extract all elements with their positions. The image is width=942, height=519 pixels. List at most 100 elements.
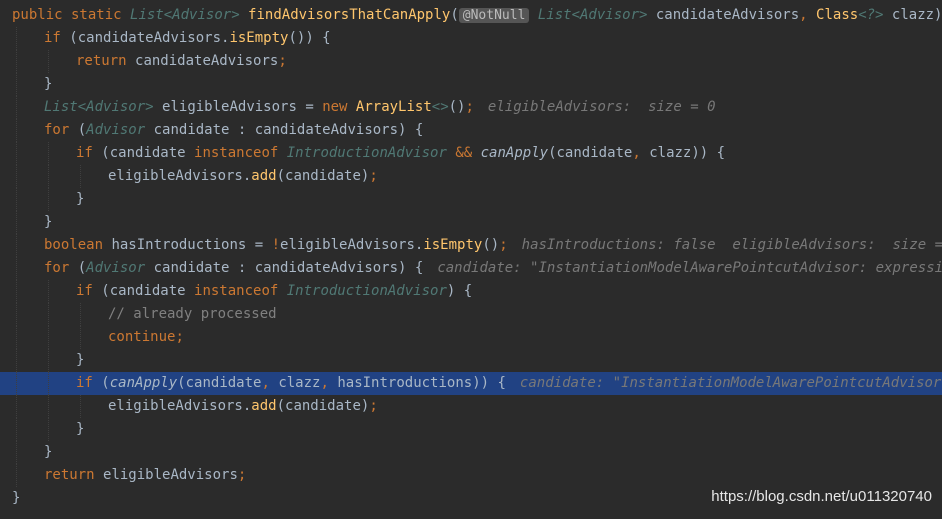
code-line[interactable]: // already processed <box>0 303 942 326</box>
code-token: () <box>448 99 466 115</box>
indent-guide <box>16 119 17 142</box>
code-token: ; <box>369 168 378 184</box>
code-token: , <box>261 375 279 391</box>
code-token: return <box>44 467 104 483</box>
code-line[interactable]: return candidateAdvisors; <box>0 50 942 73</box>
code-text: if (canApply(candidate, clazz, hasIntrod… <box>76 372 942 395</box>
code-text: } <box>44 441 52 464</box>
code-line[interactable]: } <box>0 349 942 372</box>
indent-guide <box>16 326 17 349</box>
code-token: canApply <box>480 145 549 161</box>
code-text: public static List<Advisor> findAdvisors… <box>12 4 942 27</box>
code-token: candidate : candidateAdvisors) { <box>145 122 424 138</box>
code-line[interactable]: eligibleAdvisors.add(candidate); <box>0 165 942 188</box>
code-token: , <box>799 7 817 23</box>
code-token: eligibleAdvisors <box>108 168 243 184</box>
code-token: boolean <box>44 237 112 253</box>
code-line[interactable]: } <box>0 418 942 441</box>
code-token: public static <box>12 7 131 23</box>
code-line[interactable]: List<Advisor> eligibleAdvisors = new Arr… <box>0 96 942 119</box>
code-text: return eligibleAdvisors; <box>44 464 246 487</box>
code-text: } <box>12 487 20 510</box>
code-token: candidate : candidateAdvisors) { <box>145 260 424 276</box>
code-token: ; <box>175 329 184 345</box>
code-token: for <box>44 122 78 138</box>
code-token: (candidate <box>177 375 262 391</box>
code-text: continue; <box>108 326 184 349</box>
code-token: ( <box>101 375 110 391</box>
code-token: clazz <box>278 375 321 391</box>
code-token: > <box>145 99 163 115</box>
code-line[interactable]: continue; <box>0 326 942 349</box>
indent-guide <box>80 326 81 349</box>
indent-guide <box>48 395 49 418</box>
code-token: return <box>76 53 136 69</box>
code-text: eligibleAdvisors.add(candidate); <box>108 165 378 188</box>
code-token: , <box>632 145 650 161</box>
code-token: ; <box>278 53 287 69</box>
code-line[interactable]: if (candidate instanceof IntroductionAdv… <box>0 280 942 303</box>
code-line[interactable]: boolean hasIntroductions = !eligibleAdvi… <box>0 234 942 257</box>
code-line[interactable]: } <box>0 73 942 96</box>
code-token: Class <box>816 7 859 23</box>
code-token: ; <box>465 99 474 115</box>
code-text: } <box>44 73 52 96</box>
code-token: ()) { <box>288 30 331 46</box>
code-token: ; <box>237 467 247 483</box>
code-token: continue <box>108 329 176 345</box>
code-line[interactable]: return eligibleAdvisors; <box>0 464 942 487</box>
code-token: (candidate) <box>276 168 370 184</box>
code-line-current[interactable]: if (canApply(candidate, clazz, hasIntrod… <box>0 372 942 395</box>
code-token: } <box>76 191 85 207</box>
code-line[interactable]: } <box>0 211 942 234</box>
code-line[interactable]: } <box>0 188 942 211</box>
code-token: clazz) { <box>891 7 942 23</box>
code-line[interactable]: } <box>0 441 942 464</box>
indent-guide <box>16 234 17 257</box>
code-token: ( <box>77 260 87 276</box>
code-token: } <box>44 444 53 460</box>
code-line[interactable]: if (candidate instanceof IntroductionAdv… <box>0 142 942 165</box>
code-token: <?> <box>858 7 884 23</box>
code-token: ( <box>77 122 87 138</box>
code-text: boolean hasIntroductions = !eligibleAdvi… <box>44 234 942 257</box>
code-token: ; <box>499 237 508 253</box>
code-line[interactable]: eligibleAdvisors.add(candidate); <box>0 395 942 418</box>
code-token: () <box>482 237 500 253</box>
code-editor[interactable]: public static List<Advisor> findAdvisors… <box>0 0 942 519</box>
code-text: List<Advisor> eligibleAdvisors = new Arr… <box>44 96 716 119</box>
code-text: } <box>76 349 84 372</box>
code-token: ArrayList <box>355 99 432 115</box>
indent-guide <box>16 96 17 119</box>
code-token: clazz)) { <box>649 145 726 161</box>
indent-guide <box>80 395 81 418</box>
indent-guide <box>16 73 17 96</box>
code-token: Advisor <box>86 260 146 276</box>
code-token: ( <box>450 7 459 23</box>
indent-guide <box>48 142 49 165</box>
code-token: (candidateAdvisors <box>69 30 222 46</box>
code-text: } <box>76 418 84 441</box>
code-line[interactable]: if (candidateAdvisors.isEmpty()) { <box>0 27 942 50</box>
code-token: hasIntroductions = <box>111 237 272 253</box>
indent-guide <box>16 280 17 303</box>
code-text: if (candidateAdvisors.isEmpty()) { <box>44 27 331 50</box>
code-line[interactable]: for (Advisor candidate : candidateAdviso… <box>0 119 942 142</box>
watermark: https://blog.csdn.net/u011320740 <box>711 488 932 505</box>
code-token: add <box>251 168 277 184</box>
code-token: candidateAdvisors <box>655 7 800 23</box>
code-line[interactable]: public static List<Advisor> findAdvisors… <box>0 4 942 27</box>
code-token: if <box>76 145 102 161</box>
code-token: eligibleAdvisors <box>103 467 238 483</box>
code-token: Advisor <box>86 99 146 115</box>
code-token: < <box>571 7 580 23</box>
indent-guide <box>48 50 49 73</box>
code-line[interactable]: for (Advisor candidate : candidateAdviso… <box>0 257 942 280</box>
code-token: < <box>163 7 173 23</box>
code-token: } <box>12 490 21 506</box>
indent-guide <box>16 349 17 372</box>
code-token: List <box>44 99 78 115</box>
code-token: } <box>44 76 53 92</box>
code-token: isEmpty <box>423 237 483 253</box>
